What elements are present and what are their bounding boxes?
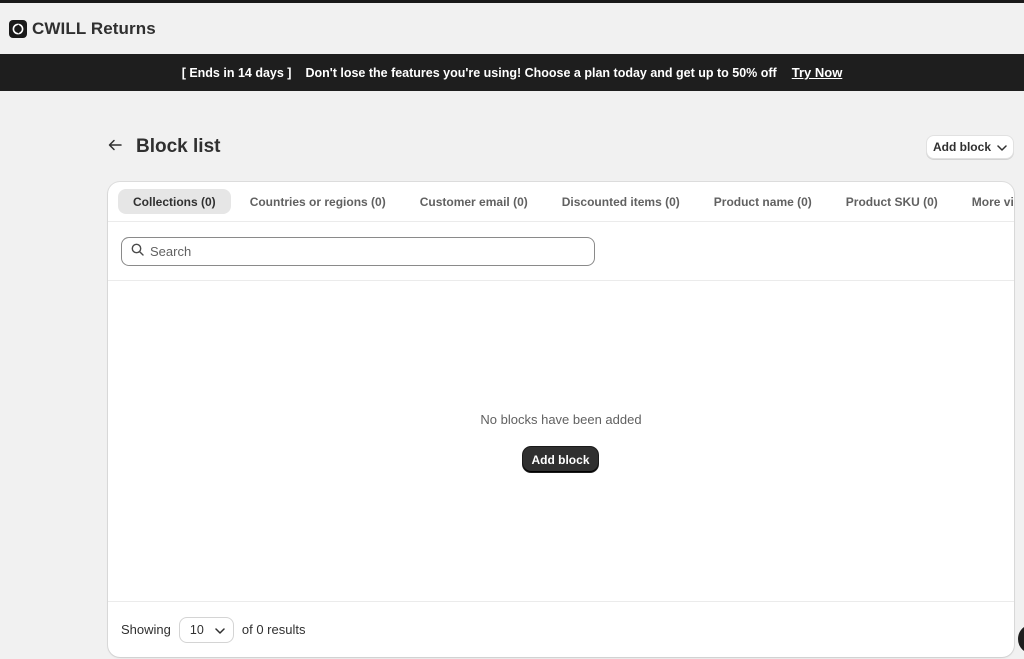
tab-label: More views [971, 194, 1014, 209]
tab-label: Collections (0) [133, 194, 216, 209]
tab-product-name[interactable]: Product name (0) [699, 189, 827, 214]
promo-banner: [ Ends in 14 days ] Don't lose the featu… [0, 54, 1024, 91]
chat-bubble-icon[interactable] [1016, 622, 1024, 656]
tab-more-views[interactable]: More views [957, 189, 1014, 214]
tab-discounted-items[interactable]: Discounted items (0) [547, 189, 695, 214]
page-header: Block list [108, 134, 1014, 160]
search-row [108, 222, 1014, 281]
page-size-value: 10 [189, 622, 204, 637]
showing-label: Showing [121, 622, 171, 637]
back-button[interactable] [108, 136, 130, 158]
pagination-footer: Showing 10 of 0 results [108, 601, 1014, 657]
search-field[interactable] [121, 237, 595, 266]
add-block-menu-button[interactable]: Add block [926, 135, 1014, 159]
tab-customer-email[interactable]: Customer email (0) [405, 189, 543, 214]
try-now-link[interactable]: Try Now [792, 65, 843, 80]
chevron-down-icon [997, 140, 1007, 154]
tab-label: Discounted items (0) [561, 194, 680, 209]
empty-state-message: No blocks have been added [480, 412, 642, 427]
promo-message: Don't lose the features you're using! Ch… [305, 65, 777, 80]
view-tabs: Collections (0) Countries or regions (0)… [108, 182, 1014, 222]
chevron-down-icon [215, 623, 225, 637]
results-count: of 0 results [241, 622, 306, 637]
block-list-card: Collections (0) Countries or regions (0)… [108, 182, 1014, 657]
tab-label: Customer email (0) [419, 194, 528, 209]
arrow-left-icon [108, 138, 122, 156]
tab-product-sku[interactable]: Product SKU (0) [831, 189, 953, 214]
search-icon [131, 243, 144, 261]
empty-state: No blocks have been added Add block [108, 282, 1014, 602]
tab-label: Product name (0) [713, 194, 812, 209]
tab-countries-or-regions[interactable]: Countries or regions (0) [235, 189, 401, 214]
add-block-label: Add block [932, 140, 991, 154]
app-header: CWILL Returns [0, 3, 1024, 54]
add-block-button[interactable]: Add block [523, 447, 598, 472]
page-title: Block list [136, 136, 221, 157]
app-title: CWILL Returns [32, 18, 156, 38]
page-size-select[interactable]: 10 [178, 616, 234, 643]
tab-collections[interactable]: Collections (0) [118, 189, 231, 214]
tab-label: Product SKU (0) [845, 194, 938, 209]
search-input[interactable] [150, 244, 570, 259]
app-logo-icon [9, 19, 27, 38]
tab-label: Countries or regions (0) [249, 194, 386, 209]
promo-countdown: [ Ends in 14 days ] [181, 65, 292, 80]
